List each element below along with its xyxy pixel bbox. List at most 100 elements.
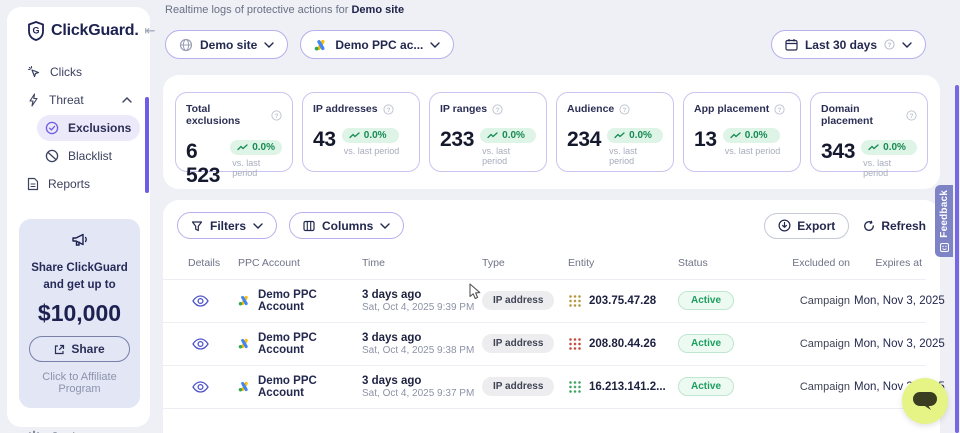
stat-card-ip-ranges: IP ranges? 233 0.0% vs. last period — [429, 92, 547, 172]
ban-icon — [45, 149, 59, 163]
sidebar-item-reports[interactable]: Reports — [19, 171, 140, 197]
time-exact: Sat, Oct 4, 2025 9:38 PM — [362, 345, 482, 356]
column-header-time[interactable]: Time — [362, 257, 482, 269]
stat-label: IP addresses — [313, 103, 378, 115]
chat-bubble-icon — [912, 390, 938, 412]
ppc-account-filter-dropdown[interactable]: Demo PPC ac... — [300, 30, 454, 59]
globe-icon — [179, 38, 193, 52]
sidebar-item-label: Clicks — [50, 65, 82, 79]
affiliate-promo-card[interactable]: Share ClickGuard and get up to $10,000 S… — [19, 219, 140, 408]
svg-text:?: ? — [778, 106, 782, 113]
stat-delta-badge: 0.0% — [861, 140, 917, 155]
column-header-entity[interactable]: Entity — [568, 257, 678, 269]
chevron-down-icon — [253, 223, 263, 229]
table-header-row: Details PPC Account Time Type Entity Sta… — [163, 257, 926, 280]
stat-delta-badge: 0.0% — [480, 128, 536, 143]
time-exact: Sat, Oct 4, 2025 9:37 PM — [362, 388, 482, 399]
stat-value: 233 — [440, 128, 474, 152]
sidebar-item-settings[interactable]: Settings — [19, 422, 140, 433]
time-relative: 3 days ago — [362, 289, 482, 301]
stat-label: Domain placement — [821, 103, 901, 127]
entity-identicon — [568, 337, 582, 351]
export-label: Export — [797, 219, 835, 233]
stats-panel: Total exclusions? 6 523 0.0% vs. last pe… — [163, 75, 940, 189]
refresh-label: Refresh — [881, 219, 926, 233]
column-header-details[interactable]: Details — [188, 257, 238, 269]
excluded-on-value: Campaign — [782, 381, 854, 393]
help-circle-icon[interactable]: ? — [492, 104, 503, 115]
entity-identicon — [568, 380, 582, 394]
page-scrollbar[interactable] — [955, 85, 959, 433]
refresh-button[interactable]: Refresh — [863, 219, 926, 233]
sidebar-item-label: Reports — [48, 177, 90, 191]
site-filter-dropdown[interactable]: Demo site — [165, 30, 288, 59]
stat-value: 6 523 — [186, 140, 224, 188]
feedback-label: Feedback — [939, 190, 950, 238]
column-header-type[interactable]: Type — [482, 257, 568, 269]
date-range-label: Last 30 days — [805, 38, 877, 52]
check-circle-icon — [45, 121, 59, 135]
sidebar-item-clicks[interactable]: Clicks — [19, 59, 140, 85]
chevron-down-icon — [264, 42, 274, 48]
details-eye-icon[interactable] — [188, 338, 238, 350]
columns-label: Columns — [322, 219, 373, 233]
column-header-expires-at[interactable]: Expires at — [854, 257, 926, 269]
stat-value: 234 — [567, 128, 601, 152]
sidebar-item-threat[interactable]: Threat — [19, 87, 140, 113]
share-button[interactable]: Share — [29, 336, 130, 362]
stat-period: vs. last period — [230, 158, 282, 178]
sidebar-scrollbar[interactable] — [145, 97, 149, 193]
help-circle-icon[interactable]: ? — [774, 104, 785, 115]
help-circle-icon[interactable]: ? — [619, 104, 630, 115]
sidebar-item-blacklist[interactable]: Blacklist — [37, 143, 140, 169]
feedback-tab[interactable]: Feedback — [935, 185, 953, 257]
details-eye-icon[interactable] — [188, 381, 238, 393]
status-badge: Active — [678, 334, 734, 353]
column-header-ppc-account[interactable]: PPC Account — [238, 257, 362, 269]
share-button-label: Share — [71, 342, 104, 356]
table-row: Demo PPC Account 3 days agoSat, Oct 4, 2… — [163, 280, 926, 323]
expires-at-value: Mon, Nov 3, 2025 — [854, 295, 945, 307]
stat-card-ip-addresses: IP addresses? 43 0.0% vs. last period — [302, 92, 420, 172]
column-header-excluded-on[interactable]: Excluded on — [782, 257, 854, 270]
help-circle-icon[interactable]: ? — [906, 110, 917, 121]
filters-dropdown[interactable]: Filters — [177, 212, 277, 239]
svg-text:G: G — [32, 26, 39, 36]
columns-dropdown[interactable]: Columns — [289, 212, 404, 239]
chevron-down-icon — [430, 42, 440, 48]
stat-value: 43 — [313, 128, 336, 152]
svg-text:?: ? — [623, 106, 627, 113]
help-circle-icon[interactable]: ? — [383, 104, 394, 115]
lightning-icon — [27, 93, 40, 107]
stat-delta-badge: 0.0% — [230, 140, 282, 155]
sidebar-collapse-icon[interactable]: ⇤ — [145, 23, 156, 39]
ppc-account-filter-label: Demo PPC ac... — [335, 38, 423, 52]
filters-label: Filters — [210, 219, 246, 233]
expires-at-value: Mon, Nov 3, 2025 — [854, 338, 945, 350]
date-range-dropdown[interactable]: Last 30 days ? — [771, 30, 926, 59]
column-header-status[interactable]: Status — [678, 257, 782, 269]
export-button[interactable]: Export — [764, 213, 849, 239]
stat-card-app-placement: App placement? 13 0.0% vs. last period — [683, 92, 801, 172]
stat-delta-badge: 0.0% — [607, 128, 663, 143]
columns-icon — [303, 220, 315, 232]
refresh-icon — [863, 220, 875, 232]
type-badge: IP address — [482, 291, 554, 310]
entity-value: 203.75.47.28 — [589, 295, 656, 307]
entity-value: 208.80.44.26 — [589, 338, 656, 350]
chat-launcher-button[interactable] — [902, 378, 948, 424]
stat-value: 13 — [694, 128, 717, 152]
excluded-on-value: Campaign — [782, 338, 854, 350]
stat-label: App placement — [694, 103, 769, 115]
entity-identicon — [568, 294, 582, 308]
stat-value: 343 — [821, 140, 855, 164]
logo: G ClickGuard. ⇤ — [19, 21, 140, 41]
status-badge: Active — [678, 291, 734, 310]
google-ads-icon — [238, 381, 251, 392]
chevron-up-icon — [122, 97, 132, 103]
help-circle-icon[interactable]: ? — [271, 110, 282, 121]
excluded-on-value: Campaign — [782, 295, 854, 307]
sidebar-item-exclusions[interactable]: Exclusions — [37, 115, 140, 141]
details-eye-icon[interactable] — [188, 295, 238, 307]
time-exact: Sat, Oct 4, 2025 9:39 PM — [362, 302, 482, 313]
